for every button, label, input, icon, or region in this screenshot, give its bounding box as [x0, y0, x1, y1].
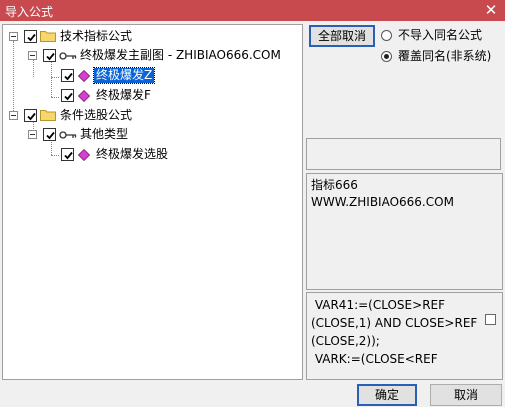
collapse-icon[interactable]: [28, 51, 37, 60]
code-line-1: VAR41:=(CLOSE>REF: [311, 298, 446, 312]
radio-skip-duplicates[interactable]: 不导入同名公式: [381, 28, 499, 44]
ok-button[interactable]: 确定: [357, 384, 417, 406]
tree-node-group1[interactable]: 技术指标公式: [3, 28, 293, 46]
info-box-empty: [306, 138, 501, 170]
code-preview-box[interactable]: VAR41:=(CLOSE>REF (CLOSE,1) AND CLOSE>RE…: [306, 292, 503, 380]
group1-checkbox[interactable]: [24, 30, 37, 43]
description-line-1: 指标666: [311, 178, 358, 192]
group1-sub-label: 终极爆发主副图 - ZHIBIAO666.COM: [80, 48, 281, 62]
group2-sub-label: 其他类型: [80, 127, 129, 141]
radio-overwrite-dot[interactable]: [381, 51, 392, 62]
radio-skip-label: 不导入同名公式: [398, 28, 483, 42]
tree-node-item-xg[interactable]: 终极爆发选股: [3, 146, 203, 164]
code-line-3: (CLOSE,2));: [311, 334, 380, 348]
description-box[interactable]: 指标666 WWW.ZHIBIAO666.COM: [306, 173, 503, 290]
radio-overwrite-label: 覆盖同名(非系统): [398, 49, 492, 63]
close-icon[interactable]: ✕: [483, 1, 499, 19]
radio-skip-dot[interactable]: [381, 30, 392, 41]
formula-tree[interactable]: 技术指标公式 终极爆发主副图 - ZHIBIAO666.COM 终极爆发Z 终极…: [2, 24, 303, 380]
key-icon: [59, 131, 77, 139]
key-icon: [59, 52, 77, 60]
folder-icon: [40, 31, 56, 42]
group1-sub-checkbox[interactable]: [43, 49, 56, 62]
item-f-checkbox[interactable]: [61, 89, 74, 102]
description-line-2: WWW.ZHIBIAO666.COM: [311, 195, 454, 209]
group2-label: 条件选股公式: [60, 108, 133, 122]
formula-gem-icon: [78, 149, 90, 161]
code-line-2: (CLOSE,1) AND CLOSE>REF: [311, 316, 478, 330]
collapse-icon[interactable]: [9, 32, 18, 41]
collapse-icon[interactable]: [28, 130, 37, 139]
tree-node-item-z[interactable]: 终极爆发Z: [3, 67, 203, 85]
collapse-icon[interactable]: [9, 111, 18, 120]
code-option-checkbox[interactable]: [485, 314, 496, 325]
group1-label: 技术指标公式: [60, 29, 133, 43]
item-z-label: 终极爆发Z: [92, 67, 156, 84]
title-bar: 导入公式 ✕: [0, 0, 505, 21]
radio-overwrite-duplicates[interactable]: 覆盖同名(非系统): [381, 49, 499, 65]
window-title: 导入公式: [5, 5, 54, 19]
tree-node-group2[interactable]: 条件选股公式: [3, 107, 203, 125]
item-z-checkbox[interactable]: [61, 69, 74, 82]
group2-checkbox[interactable]: [24, 109, 37, 122]
tree-node-item-f[interactable]: 终极爆发F: [3, 87, 203, 105]
formula-gem-icon: [78, 70, 90, 82]
tree-node-group2-sub[interactable]: 其他类型: [3, 126, 203, 144]
item-xg-checkbox[interactable]: [61, 148, 74, 161]
item-xg-label: 终极爆发选股: [96, 147, 169, 161]
cancel-button[interactable]: 取消: [430, 384, 502, 406]
item-f-label: 终极爆发F: [96, 88, 151, 102]
folder-icon: [40, 110, 56, 121]
code-line-4: VARK:=(CLOSE<REF: [311, 352, 438, 366]
formula-gem-icon: [78, 90, 90, 102]
cancel-all-button[interactable]: 全部取消: [309, 25, 375, 47]
group2-sub-checkbox[interactable]: [43, 128, 56, 141]
tree-node-group1-sub[interactable]: 终极爆发主副图 - ZHIBIAO666.COM: [3, 47, 301, 65]
